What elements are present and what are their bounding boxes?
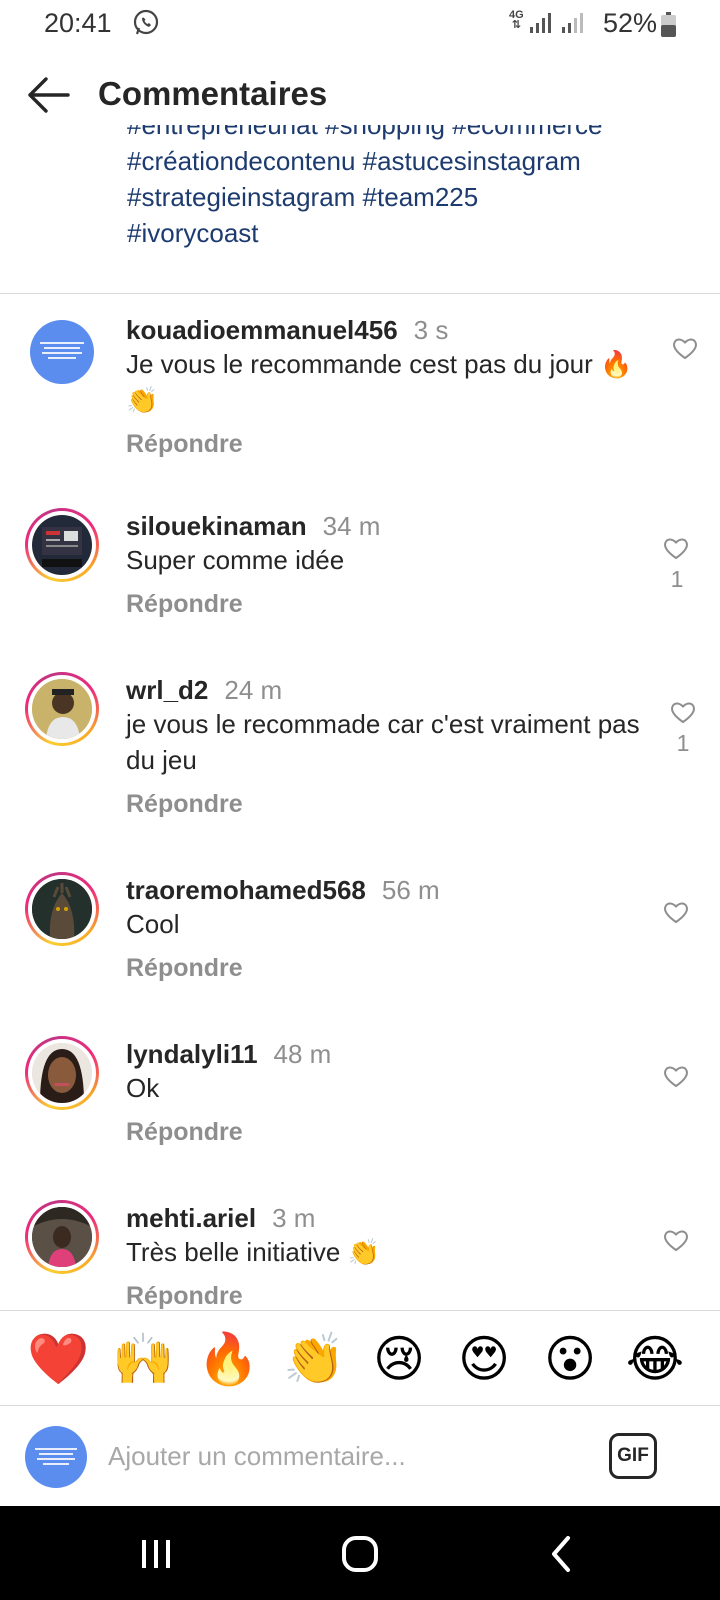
- gif-button[interactable]: GIF: [609, 1433, 657, 1479]
- avatar-image: [32, 679, 92, 739]
- comment-time: 48 m: [273, 1039, 332, 1069]
- emoji-laughing-button[interactable]: 😂: [625, 1329, 685, 1389]
- reply-button[interactable]: Répondre: [126, 590, 243, 619]
- avatar[interactable]: [25, 508, 99, 582]
- reply-button[interactable]: Répondre: [126, 954, 243, 983]
- caption-line[interactable]: #ivorycoast: [127, 215, 667, 251]
- avatar[interactable]: [25, 1036, 99, 1110]
- comment-time: 24 m: [224, 675, 283, 705]
- comment-time: 34 m: [322, 511, 381, 541]
- comment-text: Cool: [126, 909, 180, 939]
- caption-line[interactable]: #créationdecontenu #astucesinstagram: [127, 143, 667, 179]
- reply-button[interactable]: Répondre: [126, 1118, 243, 1147]
- page-title: Commentaires: [98, 75, 328, 112]
- emoji-surprised-button[interactable]: 😮: [540, 1329, 600, 1389]
- avatar-image: [32, 879, 92, 939]
- avatar[interactable]: [25, 1200, 99, 1274]
- emoji-fire-button[interactable]: 🔥: [197, 1329, 259, 1389]
- heart-outline-icon[interactable]: [663, 1228, 689, 1252]
- heart-outline-icon[interactable]: [670, 700, 696, 724]
- post-caption: #entrepreneuriat #shopping #ecommerce #c…: [0, 125, 720, 293]
- comment-author[interactable]: kouadioemmanuel456 3 s: [126, 315, 448, 346]
- recents-icon[interactable]: [136, 1534, 176, 1574]
- status-time: 20:41: [44, 8, 112, 38]
- heart-outline-icon[interactable]: [663, 900, 689, 924]
- signal-icon: [562, 13, 583, 33]
- like-count: 1: [676, 730, 690, 756]
- whatsapp-icon: [133, 9, 159, 35]
- network-type: 4G ⇅: [509, 9, 524, 31]
- reply-button[interactable]: Répondre: [126, 790, 243, 819]
- comment-text: je vous le recommade car c'est vraiment …: [126, 709, 640, 775]
- system-navigation-bar: [0, 1506, 720, 1600]
- comment-composer: GIF: [0, 1406, 720, 1506]
- avatar[interactable]: [25, 672, 99, 746]
- comment-text: Très belle initiative 👏: [126, 1237, 380, 1267]
- avatar-image: [40, 342, 84, 359]
- emoji-heart-button[interactable]: ❤️: [27, 1329, 89, 1389]
- emoji-heart-eyes-button[interactable]: 😍: [454, 1329, 514, 1389]
- reply-button[interactable]: Répondre: [126, 1282, 243, 1310]
- comment-author[interactable]: lyndalyli11 48 m: [126, 1039, 331, 1070]
- avatar: [25, 1426, 87, 1488]
- caption-line[interactable]: #strategieinstagram #team225: [127, 179, 667, 215]
- status-bar: 20:41 4G ⇅ 52%: [0, 0, 720, 50]
- comment-time: 3 s: [413, 315, 449, 345]
- emoji-crying-button[interactable]: 😢: [369, 1329, 429, 1389]
- emoji-clap-button[interactable]: 👏: [283, 1329, 345, 1389]
- comments-list: kouadioemmanuel456 3 s Je vous le recomma…: [0, 294, 720, 1310]
- header: Commentaires: [0, 55, 720, 135]
- emoji-raised-hands-button[interactable]: 🙌: [112, 1329, 174, 1389]
- avatar-image: [35, 1448, 77, 1465]
- heart-outline-icon[interactable]: [672, 336, 698, 360]
- comment-time: 56 m: [381, 875, 440, 905]
- comment-input[interactable]: [108, 1434, 578, 1478]
- comment-time: 3 m: [272, 1203, 316, 1233]
- like-count: 1: [670, 566, 684, 592]
- heart-outline-icon[interactable]: [663, 1064, 689, 1088]
- avatar-image: [32, 1207, 92, 1267]
- avatar-image: [42, 527, 82, 567]
- chevron-left-icon[interactable]: [542, 1534, 582, 1574]
- signal-icon: [530, 13, 551, 33]
- heart-outline-icon[interactable]: [663, 536, 689, 560]
- caption-line[interactable]: #entrepreneuriat #shopping #ecommerce: [127, 125, 667, 143]
- avatar[interactable]: [30, 320, 94, 384]
- comment-text: Ok: [126, 1073, 160, 1103]
- comment-author[interactable]: mehti.ariel 3 m: [126, 1203, 315, 1234]
- comment-text: Je vous le recommande cest pas du jour 🔥…: [126, 349, 633, 415]
- avatar-image: [32, 1043, 92, 1103]
- battery-level: 52%: [603, 8, 658, 38]
- battery-icon: [661, 12, 676, 37]
- arrow-left-icon[interactable]: [24, 73, 72, 117]
- comment-text: Super comme idée: [126, 545, 345, 575]
- comment-author[interactable]: silouekinaman 34 m: [126, 511, 380, 542]
- home-icon[interactable]: [340, 1534, 380, 1574]
- emoji-reaction-bar: ❤️ 🙌 🔥 👏 😢 😍 😮 😂: [0, 1310, 720, 1406]
- comment-author[interactable]: traoremohamed568 56 m: [126, 875, 440, 906]
- comment-author[interactable]: wrl_d2 24 m: [126, 675, 282, 706]
- reply-button[interactable]: Répondre: [126, 430, 243, 459]
- avatar[interactable]: [25, 872, 99, 946]
